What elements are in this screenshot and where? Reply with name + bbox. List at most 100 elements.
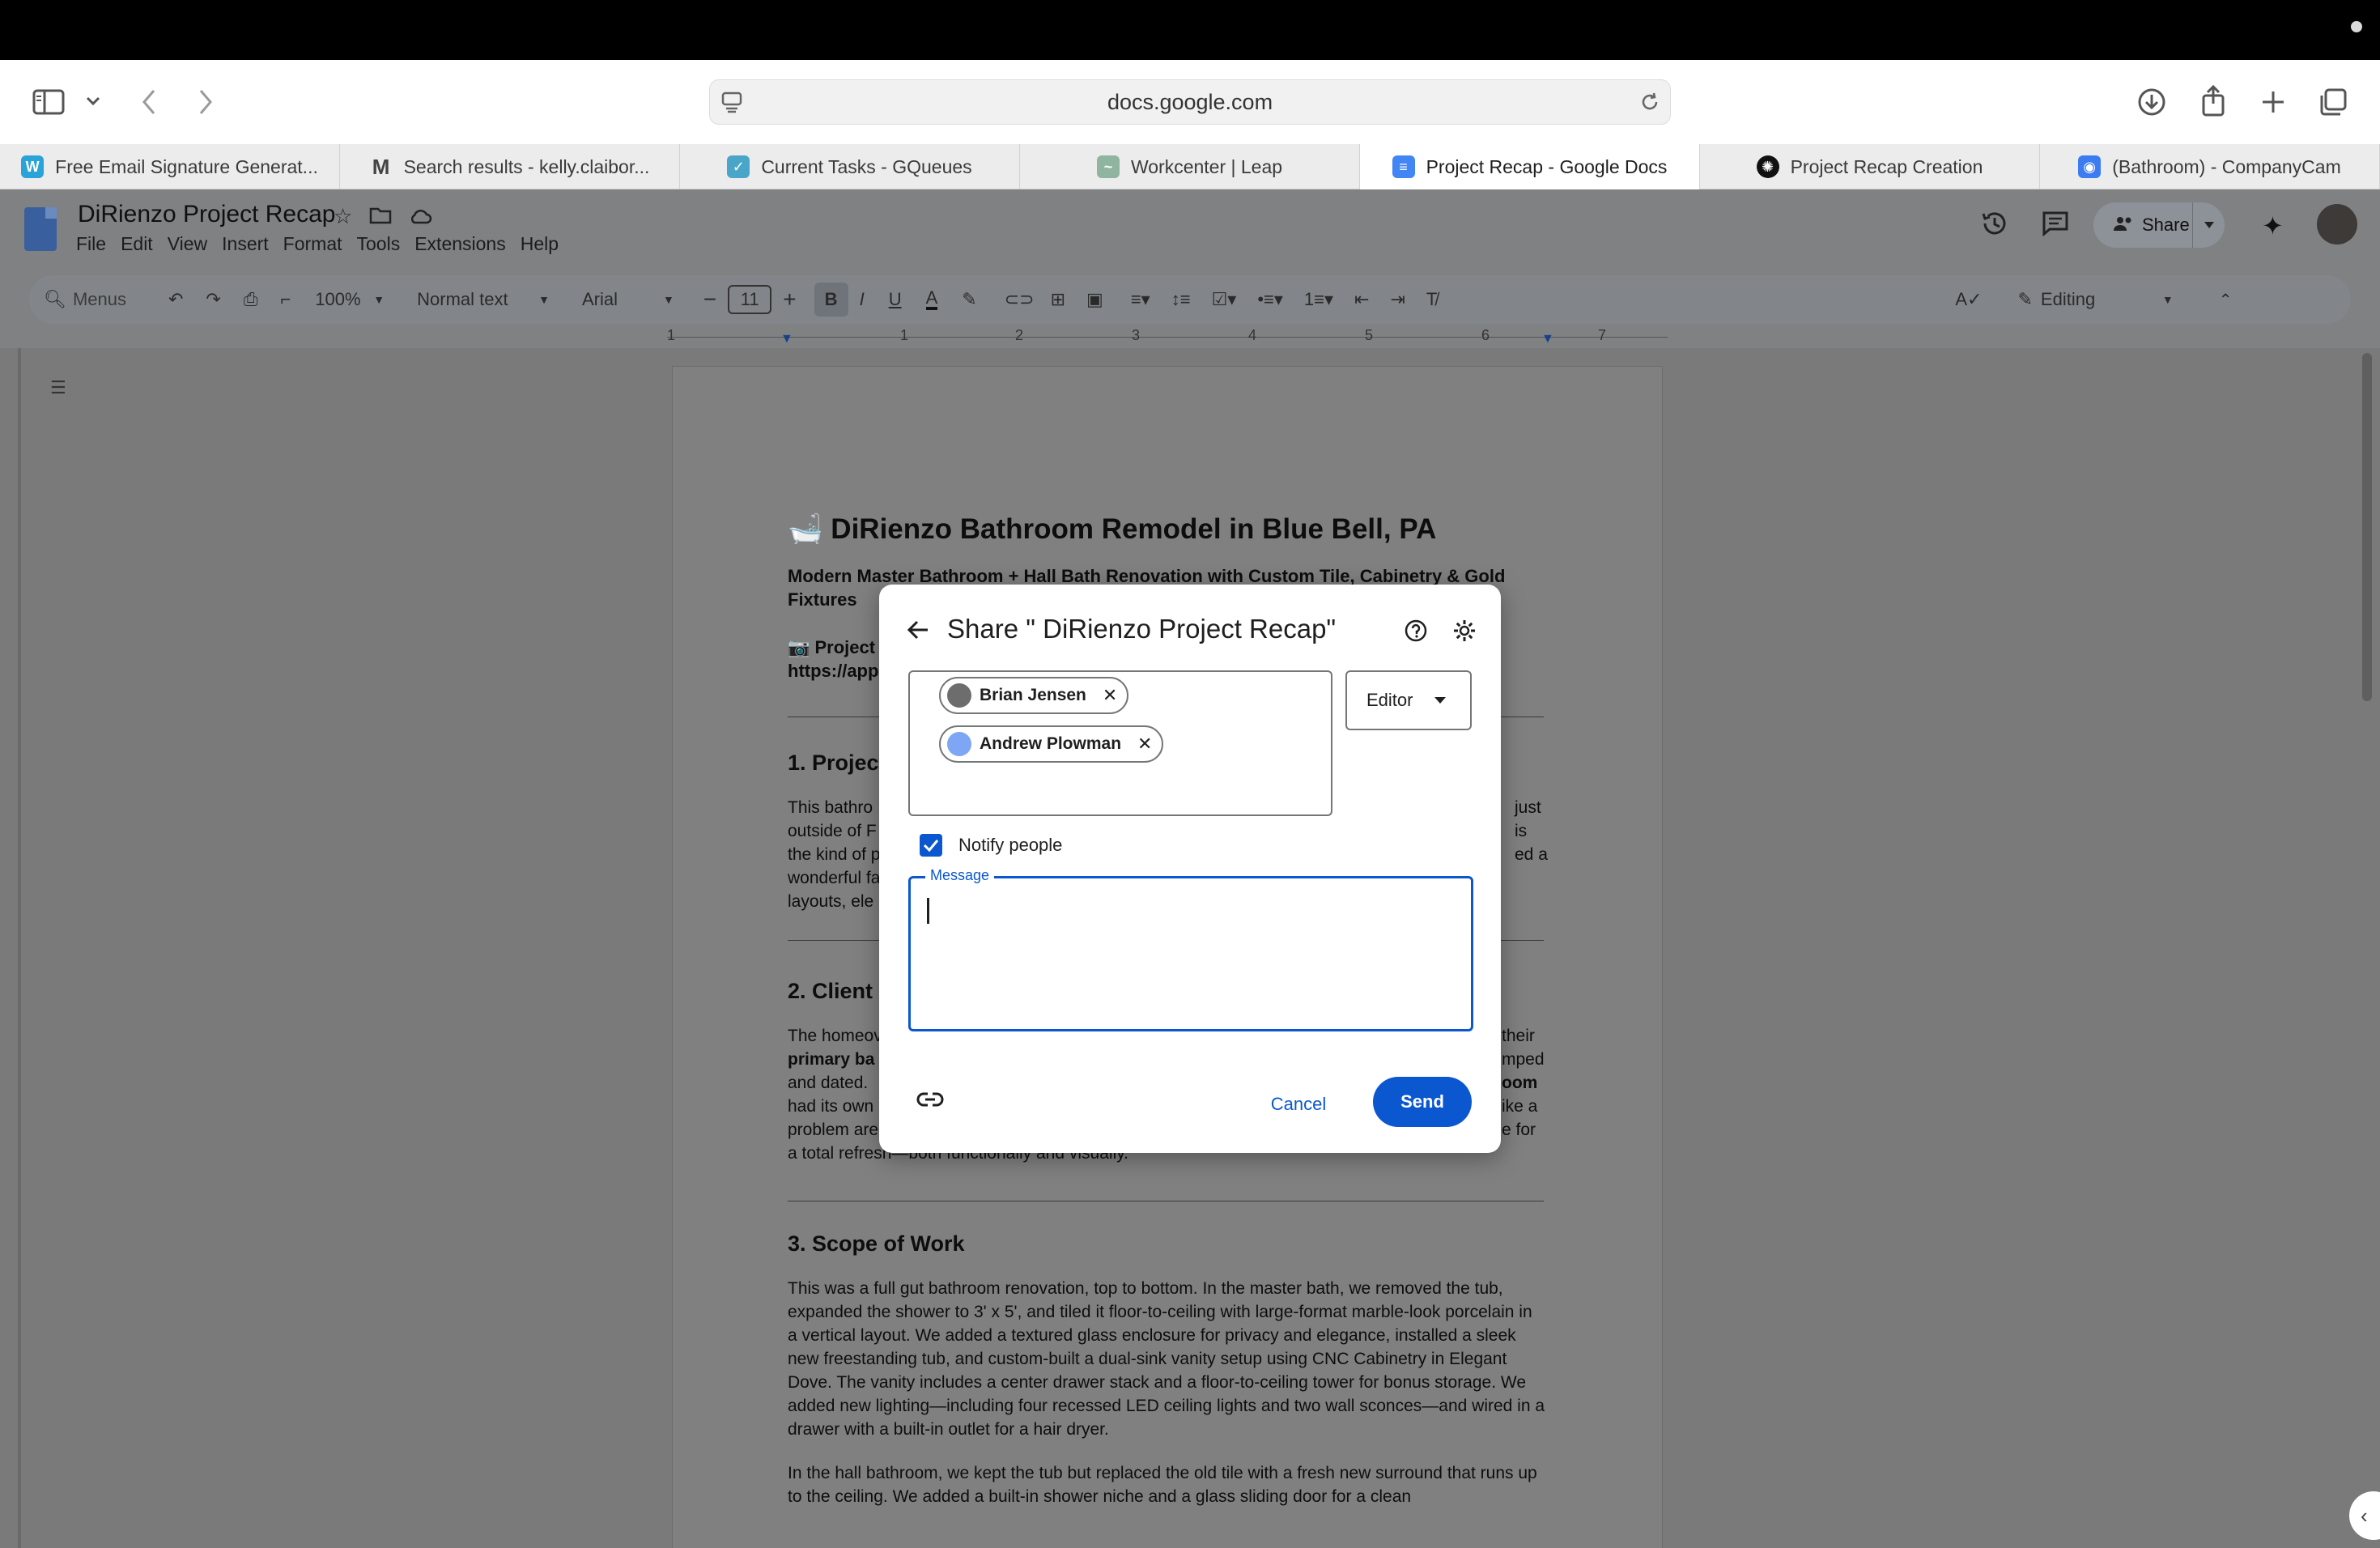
menu-format[interactable]: Format [283, 233, 342, 255]
menu-help[interactable]: Help [521, 233, 559, 255]
menu-extensions[interactable]: Extensions [414, 233, 506, 255]
left-indent-marker[interactable]: ▼ [780, 332, 793, 347]
role-dropdown[interactable]: Editor [1345, 670, 1472, 730]
font-size-input[interactable]: 11 [728, 285, 772, 314]
send-button[interactable]: Send [1373, 1077, 1472, 1127]
insert-image-icon[interactable]: ▣ [1086, 289, 1103, 310]
mode-dropdown-icon[interactable]: ▼ [2162, 293, 2174, 306]
share-dropdown-icon[interactable] [2192, 202, 2225, 248]
address-bar[interactable]: docs.google.com [709, 79, 1671, 125]
underline-icon[interactable]: U [889, 289, 902, 310]
tab-leap[interactable]: ~ Workcenter | Leap [1020, 144, 1360, 189]
decrease-indent-icon[interactable]: ⇤ [1354, 289, 1369, 310]
gemini-sparkle-icon[interactable]: ✦ [2262, 211, 2284, 241]
menu-edit[interactable]: Edit [121, 233, 153, 255]
font-dropdown-icon[interactable]: ▼ [663, 293, 674, 306]
star-icon[interactable]: ☆ [334, 204, 352, 229]
text-color-icon[interactable]: A [925, 289, 938, 310]
ruler-mark: 7 [1598, 327, 1607, 343]
move-folder-icon[interactable] [369, 206, 392, 229]
chevron-up-icon[interactable]: ⌃ [2219, 290, 2233, 310]
people-input[interactable]: Brian Jensen ✕ Andrew Plowman ✕ [908, 670, 1332, 816]
settings-gear-icon[interactable] [1452, 619, 1477, 647]
google-docs-logo-icon[interactable] [24, 207, 57, 251]
avatar [947, 683, 971, 708]
menu-tools[interactable]: Tools [357, 233, 401, 255]
message-field[interactable]: Message [908, 867, 1473, 1031]
document-title[interactable]: DiRienzo Project Recap [78, 201, 335, 228]
tab-project-recap-creation[interactable]: ✺ Project Recap Creation [1700, 144, 2040, 189]
font-select[interactable]: Arial [582, 289, 663, 310]
new-tab-plus-icon[interactable] [2255, 84, 2291, 120]
clear-formatting-icon[interactable]: T̸ [1426, 289, 1437, 310]
cancel-button[interactable]: Cancel [1260, 1080, 1337, 1129]
comments-icon[interactable] [2042, 211, 2069, 240]
italic-icon[interactable]: I [860, 289, 865, 310]
zoom-dropdown-icon[interactable]: ▼ [373, 293, 385, 306]
redo-icon[interactable]: ↷ [206, 289, 220, 310]
share-icon[interactable] [2195, 81, 2231, 120]
numbered-list-icon[interactable]: 1≡▾ [1304, 289, 1333, 310]
add-comment-icon[interactable]: ⊞ [1051, 289, 1065, 310]
avatar[interactable] [2317, 204, 2357, 245]
tab-email-signature[interactable]: W Free Email Signature Generat... [0, 144, 340, 189]
vertical-scrollbar[interactable] [2362, 353, 2372, 701]
tab-gmail-search[interactable]: M Search results - kelly.claibor... [340, 144, 680, 189]
align-icon[interactable]: ≡▾ [1131, 289, 1150, 310]
document-outline-icon[interactable]: ☰ [50, 377, 66, 398]
remove-person-icon[interactable]: ✕ [1137, 734, 1152, 755]
person-chip[interactable]: Andrew Plowman ✕ [939, 725, 1164, 763]
page-settings-icon[interactable] [720, 90, 744, 114]
notify-label: Notify people [958, 835, 1063, 855]
menu-insert[interactable]: Insert [222, 233, 269, 255]
spellcheck-icon[interactable]: A✓ [1955, 289, 1982, 310]
menu-file[interactable]: File [76, 233, 106, 255]
copy-link-icon[interactable] [916, 1091, 944, 1112]
paint-format-icon[interactable]: ⌐ [280, 289, 291, 310]
style-select[interactable]: Normal text [417, 289, 538, 310]
back-arrow-icon[interactable] [133, 84, 165, 120]
line-spacing-icon[interactable]: ↕≡ [1171, 289, 1191, 310]
forward-arrow-icon[interactable] [189, 84, 222, 120]
menu-view[interactable]: View [168, 233, 207, 255]
editing-mode-select[interactable]: Editing [2041, 289, 2162, 310]
version-history-icon[interactable] [1980, 209, 2009, 242]
zoom-select[interactable]: 100% [315, 289, 363, 310]
browser-toolbar: docs.google.com [0, 60, 2380, 144]
gmail-icon: M [372, 154, 390, 179]
tab-gqueues[interactable]: ✓ Current Tasks - GQueues [680, 144, 1020, 189]
person-chip[interactable]: Brian Jensen ✕ [939, 677, 1129, 714]
share-button[interactable]: Share [2093, 202, 2225, 248]
right-indent-marker[interactable]: ▼ [1541, 332, 1554, 347]
chevron-down-icon[interactable] [81, 89, 105, 113]
decrease-font-size-icon[interactable]: − [703, 287, 716, 313]
increase-font-size-icon[interactable]: + [783, 287, 796, 313]
tab-google-docs[interactable]: ≡ Project Recap - Google Docs [1360, 144, 1700, 189]
cloud-saved-icon[interactable] [408, 207, 432, 229]
increase-indent-icon[interactable]: ⇥ [1390, 289, 1405, 310]
share-label: Share [2142, 215, 2190, 235]
tab-overview-icon[interactable] [2315, 84, 2351, 120]
help-icon[interactable] [1404, 619, 1428, 647]
checklist-icon[interactable]: ☑▾ [1212, 289, 1237, 310]
menus-search[interactable]: Menus [73, 289, 154, 310]
message-input[interactable] [925, 898, 1411, 1011]
ruler-mark: 5 [1365, 327, 1374, 343]
bold-icon[interactable]: B [814, 283, 848, 317]
notify-checkbox[interactable] [920, 834, 942, 857]
tab-title: Workcenter | Leap [1130, 155, 1283, 177]
print-icon[interactable]: ⎙ [244, 289, 258, 310]
search-icon[interactable]: 🔍︎ [44, 289, 66, 310]
sidebar-toggle-icon[interactable] [31, 84, 66, 120]
bullet-list-icon[interactable]: •≡▾ [1257, 289, 1283, 310]
remove-person-icon[interactable]: ✕ [1103, 685, 1117, 706]
style-dropdown-icon[interactable]: ▼ [538, 293, 550, 306]
highlight-icon[interactable]: ✎ [962, 289, 976, 310]
tab-companycam[interactable]: ◉ (Bathroom) - CompanyCam [2040, 144, 2380, 189]
downloads-icon[interactable] [2134, 84, 2170, 120]
back-arrow-icon[interactable] [899, 610, 937, 649]
link-icon[interactable]: ⊂⊃ [1005, 289, 1035, 310]
docs-header: DiRienzo Project Recap ☆ File Edit View … [0, 189, 2380, 348]
reload-icon[interactable] [1638, 90, 1662, 114]
undo-icon[interactable]: ↶ [168, 289, 183, 310]
